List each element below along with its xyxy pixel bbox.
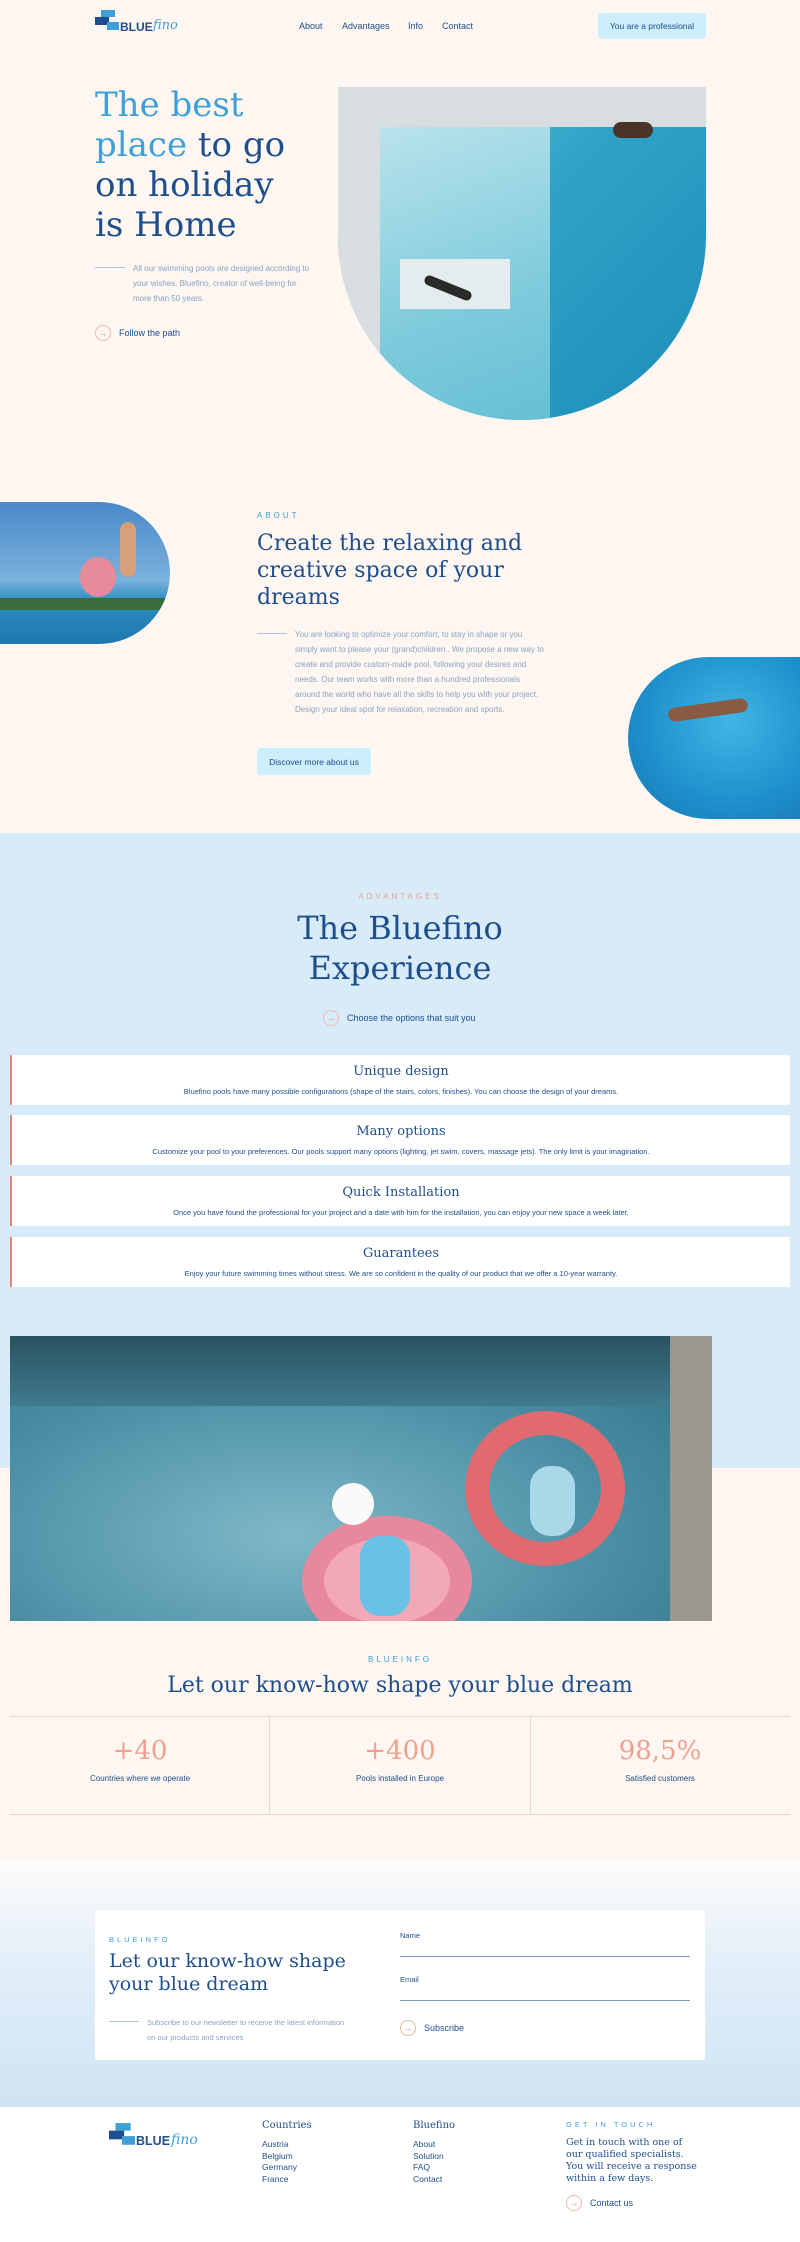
footer-link-germany[interactable]: Germany bbox=[262, 2162, 312, 2174]
about-body: You are looking to optimize your comfort… bbox=[295, 630, 544, 714]
newsletter-text: Subscribe to our newsletter to receive t… bbox=[147, 2018, 345, 2042]
hero-divider bbox=[95, 267, 125, 268]
name-field[interactable] bbox=[400, 1945, 690, 1957]
advantages-eyebrow: ADVANTAGES bbox=[358, 892, 442, 901]
arrow-right-icon: → bbox=[566, 2195, 582, 2211]
stat-pools: +400 Pools installed in Europe bbox=[355, 1736, 445, 1783]
about-divider bbox=[257, 633, 287, 634]
arrow-right-icon: → bbox=[400, 2020, 416, 2036]
logo-text: BLUE bbox=[136, 2134, 171, 2148]
footer-link-austria[interactable]: Austria bbox=[262, 2139, 312, 2151]
hero-pool-image bbox=[338, 87, 706, 420]
logo[interactable]: BLUE fino bbox=[95, 10, 180, 40]
about-image-right bbox=[628, 657, 800, 819]
follow-path-link[interactable]: → Follow the path bbox=[95, 325, 180, 341]
logo-script: fino bbox=[153, 18, 178, 33]
advantage-item-guarantees[interactable]: Guarantees Enjoy your future swimming ti… bbox=[10, 1237, 790, 1287]
footer-bluefino: Bluefino About Solution FAQ Contact bbox=[413, 2120, 455, 2185]
email-field[interactable] bbox=[400, 1989, 690, 2001]
footer-link-france[interactable]: France bbox=[262, 2174, 312, 2186]
email-label: Email bbox=[400, 1975, 419, 1984]
about-image-left bbox=[0, 502, 170, 644]
stats-divider-bottom bbox=[10, 1814, 790, 1815]
advantage-item-quick-installation[interactable]: Quick Installation Once you have found t… bbox=[10, 1176, 790, 1226]
about-eyebrow: ABOUT bbox=[257, 511, 300, 520]
professional-button[interactable]: You are a professional bbox=[598, 13, 706, 39]
nav-link-advantages[interactable]: Advantages bbox=[342, 21, 390, 31]
footer-link-about[interactable]: About bbox=[413, 2139, 455, 2151]
contact-us-link[interactable]: → Contact us bbox=[566, 2195, 701, 2211]
newsletter-card: BLUEINFO Let our know-how shape your blu… bbox=[95, 1910, 705, 2060]
blueinfo-title: Let our know-how shape your blue dream bbox=[167, 1673, 633, 1698]
nav-link-info[interactable]: Info bbox=[408, 21, 423, 31]
footer-link-belgium[interactable]: Belgium bbox=[262, 2151, 312, 2163]
about-title: Create the relaxing and creative space o… bbox=[257, 531, 523, 610]
logo-icon bbox=[95, 10, 119, 30]
newsletter-divider bbox=[109, 2021, 139, 2022]
hero-description: All our swimming pools are designed acco… bbox=[133, 264, 310, 303]
footer-contact: GET IN TOUCH Get in touch with one of ou… bbox=[566, 2120, 701, 2211]
nav-link-contact[interactable]: Contact bbox=[442, 21, 473, 31]
logo-icon bbox=[109, 2123, 135, 2145]
footer-contact-eyebrow: GET IN TOUCH bbox=[566, 2120, 656, 2129]
subscribe-button[interactable]: → Subscribe bbox=[400, 2020, 464, 2036]
arrow-right-icon: → bbox=[95, 325, 111, 341]
footer-contact-text: Get in touch with one of our qualified s… bbox=[566, 2137, 697, 2184]
stat-satisfied: 98,5% Satisfied customers bbox=[618, 1736, 702, 1783]
arrow-right-icon: → bbox=[323, 1010, 339, 1026]
hero-title: The best place to go on holiday is Home bbox=[95, 85, 286, 245]
choose-options-link[interactable]: → Choose the options that suit you bbox=[323, 1010, 476, 1026]
footer-link-solution[interactable]: Solution bbox=[413, 2151, 455, 2163]
footer-link-faq[interactable]: FAQ bbox=[413, 2162, 455, 2174]
advantage-item-unique-design[interactable]: Unique design Bluefino pools have many p… bbox=[10, 1055, 790, 1105]
footer-countries: Countries Austria Belgium Germany France bbox=[262, 2120, 312, 2185]
nav-link-about[interactable]: About bbox=[299, 21, 323, 31]
footer-link-contact[interactable]: Contact bbox=[413, 2174, 455, 2186]
name-label: Name bbox=[400, 1931, 421, 1940]
newsletter-eyebrow: BLUEINFO bbox=[109, 1935, 171, 1944]
footer-countries-title: Countries bbox=[262, 2120, 312, 2131]
newsletter-title: Let our know-how shape your blue dream bbox=[109, 1950, 346, 1995]
logo-text: BLUE bbox=[120, 20, 153, 34]
blueinfo-eyebrow: BLUEINFO bbox=[367, 1655, 432, 1664]
footer-bluefino-title: Bluefino bbox=[413, 2120, 456, 2131]
advantages-title: The Bluefino Experience bbox=[297, 909, 503, 987]
pool-floats-image bbox=[10, 1336, 712, 1621]
logo-script: fino bbox=[171, 2132, 198, 2148]
discover-about-button[interactable]: Discover more about us bbox=[257, 748, 371, 775]
footer-logo[interactable]: BLUE fino bbox=[109, 2123, 199, 2155]
advantage-item-many-options[interactable]: Many options Customize your pool to your… bbox=[10, 1115, 790, 1165]
stat-countries: +40 Countries where we operate bbox=[89, 1736, 191, 1783]
